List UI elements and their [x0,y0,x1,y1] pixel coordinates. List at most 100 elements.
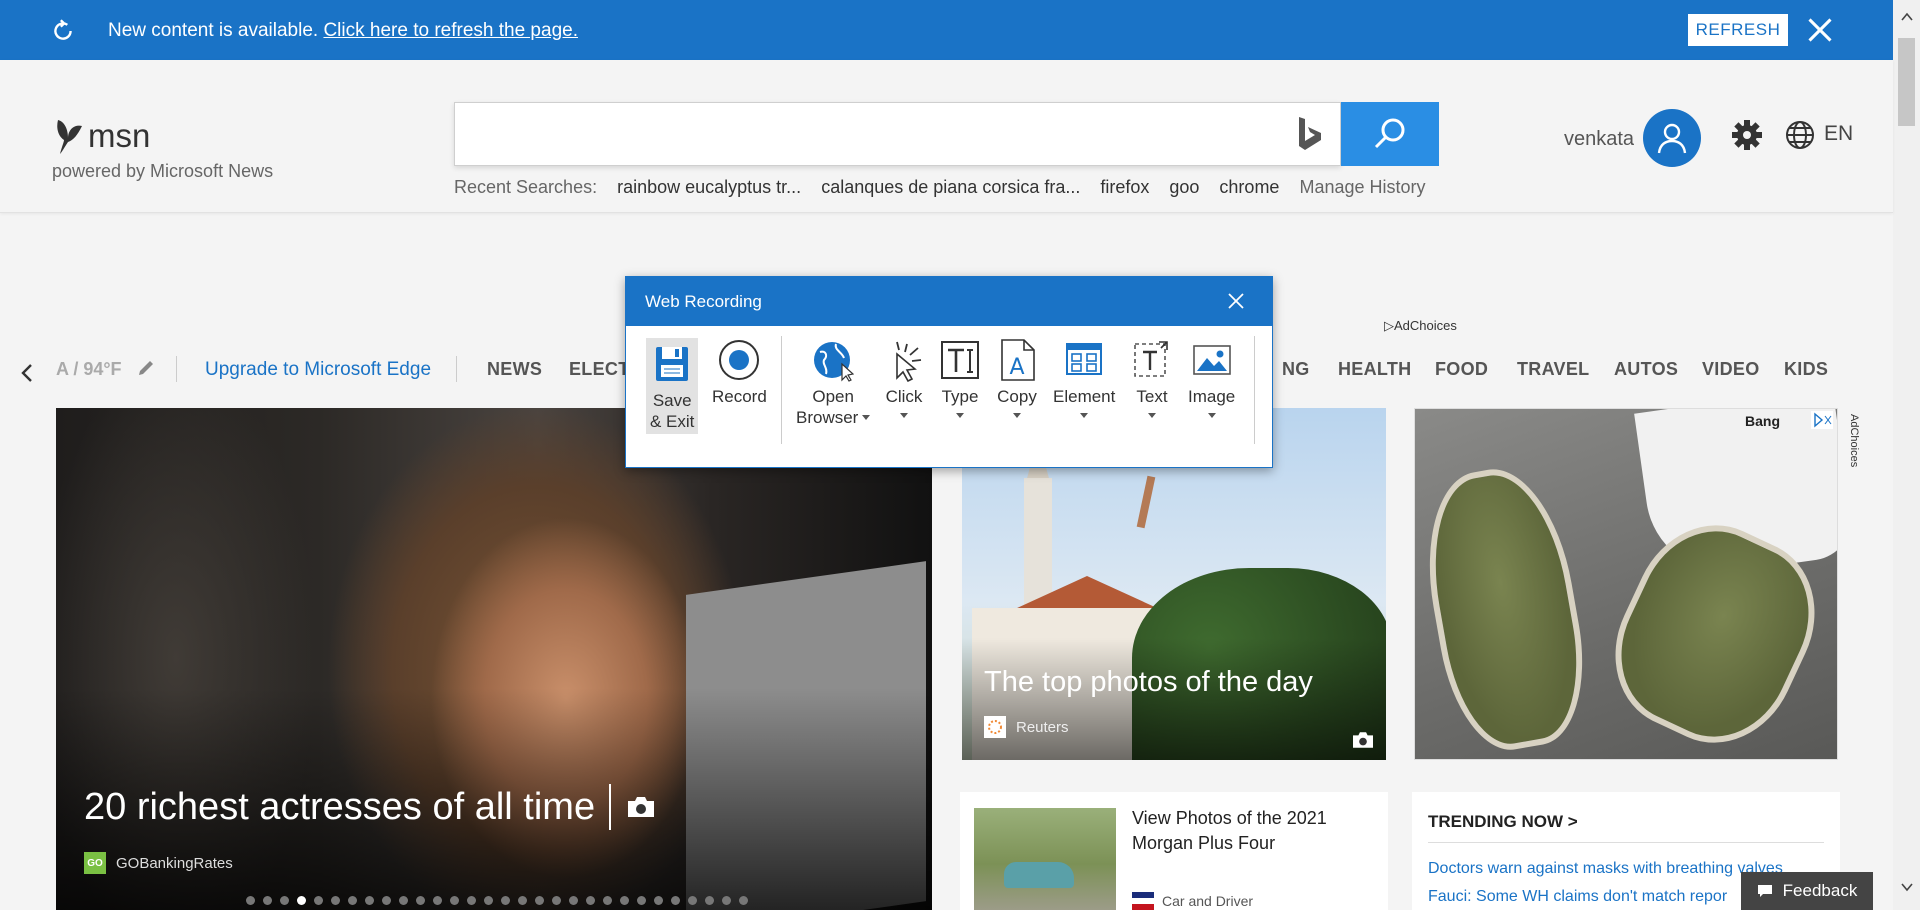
slide-dot[interactable] [705,896,714,905]
search-box[interactable] [454,102,1341,166]
hero-source[interactable]: GO GOBankingRates [84,852,233,874]
slide-indicator[interactable] [246,896,748,905]
slide-dot[interactable] [722,896,731,905]
recent-search-item[interactable]: rainbow eucalyptus tr... [617,177,801,198]
slide-dot[interactable] [399,896,408,905]
slide-dot[interactable] [620,896,629,905]
hero-slideshow[interactable]: 20 richest actresses of all time GO GOBa… [56,408,932,910]
slide-dot[interactable] [382,896,391,905]
close-notification-icon[interactable] [1806,16,1834,44]
slide-dot[interactable] [739,896,748,905]
slide-dot[interactable] [637,896,646,905]
nav-item-shopping[interactable]: NG [1282,359,1310,380]
slide-dot[interactable] [433,896,442,905]
tile-title[interactable]: The top photos of the day [984,666,1313,699]
slide-dot[interactable] [535,896,544,905]
manage-history-link[interactable]: Manage History [1299,177,1425,198]
type-action-button[interactable]: Type [939,338,981,418]
text-action-button[interactable]: Text [1131,338,1173,418]
username-label[interactable]: venkata [1564,128,1634,151]
pencil-icon[interactable] [136,358,156,378]
slide-dot[interactable] [450,896,459,905]
recent-search-item[interactable]: firefox [1100,177,1149,198]
article-title[interactable]: View Photos of the 2021 Morgan Plus Four [1132,806,1372,856]
recent-search-item[interactable]: goo [1169,177,1199,198]
slide-dot[interactable] [569,896,578,905]
nav-item-food[interactable]: FOOD [1435,359,1488,380]
avatar[interactable] [1643,109,1701,167]
msn-logo[interactable]: msn [52,116,150,156]
feedback-button[interactable]: Feedback [1741,872,1873,910]
trending-link[interactable]: Doctors warn against masks with breathin… [1428,860,1783,878]
hero-title[interactable]: 20 richest actresses of all time [84,784,657,830]
gear-icon[interactable] [1730,118,1764,152]
language-selector[interactable]: EN [1824,122,1853,146]
adchoices-side-label[interactable]: AdChoices [1848,414,1860,467]
slide-dot[interactable] [280,896,289,905]
article-card[interactable]: View Photos of the 2021 Morgan Plus Four… [960,792,1388,910]
nav-item-health[interactable]: HEALTH [1338,359,1411,380]
weather-readout[interactable]: A / 94°F [56,359,122,380]
slide-dot[interactable] [518,896,527,905]
refresh-icon[interactable] [50,18,76,44]
dialog-titlebar[interactable]: Web Recording [626,277,1272,326]
bing-icon[interactable] [1295,115,1325,153]
upgrade-edge-link[interactable]: Upgrade to Microsoft Edge [205,359,431,381]
vertical-scrollbar[interactable] [1893,0,1920,910]
trending-link[interactable]: Fauci: Some WH claims don't match repor [1428,888,1727,906]
nav-item-news[interactable]: NEWS [487,359,542,380]
slide-dot[interactable] [586,896,595,905]
trending-heading[interactable]: TRENDING NOW > [1428,812,1578,832]
slide-dot[interactable] [654,896,663,905]
slide-dot[interactable] [314,896,323,905]
slide-dot[interactable] [297,896,306,905]
open-browser-button[interactable]: Open Browser [796,338,871,428]
user-icon [1657,123,1687,154]
slide-dot[interactable] [348,896,357,905]
recent-search-item[interactable]: chrome [1219,177,1279,198]
slide-dot[interactable] [467,896,476,905]
nav-item-autos[interactable]: AUTOS [1614,359,1678,380]
slide-dot[interactable] [501,896,510,905]
scrollbar-thumb[interactable] [1898,38,1915,126]
slide-dot[interactable] [416,896,425,905]
refresh-button[interactable]: REFRESH [1688,14,1788,46]
chevron-left-icon[interactable] [18,362,36,384]
slide-dot[interactable] [552,896,561,905]
slide-dot[interactable] [331,896,340,905]
element-action-button[interactable]: Element [1053,338,1115,418]
update-notification-bar: New content is available. Click here to … [0,0,1893,60]
caret-down-icon [1013,413,1021,418]
nav-item-video[interactable]: VIDEO [1702,359,1760,380]
article-thumbnail [974,808,1116,910]
slide-dot[interactable] [484,896,493,905]
slide-dot[interactable] [688,896,697,905]
slide-dot[interactable] [365,896,374,905]
refresh-page-link[interactable]: Click here to refresh the page. [323,20,578,41]
ad-close-icon[interactable] [1811,411,1833,429]
copy-action-button[interactable]: A Copy [996,338,1038,418]
record-button[interactable]: Record [712,338,767,407]
slide-dot[interactable] [603,896,612,905]
search-button[interactable] [1341,102,1439,166]
click-action-button[interactable]: Click [883,338,925,418]
advertisement-tile[interactable]: Bang [1414,408,1838,760]
recent-search-item[interactable]: calanques de piana corsica fra... [821,177,1080,198]
adchoices-label[interactable]: ▷AdChoices [1384,318,1457,334]
scroll-up-icon[interactable] [1900,10,1914,24]
logo-text: msn [88,117,151,154]
tile-source[interactable]: Reuters [984,716,1069,738]
notification-message: New content is available. Click here to … [108,20,578,41]
save-exit-button[interactable]: Save & Exit [646,338,699,434]
article-source[interactable]: Car and Driver [1132,892,1253,910]
scroll-down-icon[interactable] [1900,880,1914,894]
slide-dot[interactable] [246,896,255,905]
globe-icon[interactable] [1784,119,1816,151]
close-dialog-icon[interactable] [1226,291,1246,311]
slide-dot[interactable] [671,896,680,905]
search-input[interactable] [469,115,1289,155]
image-action-button[interactable]: Image [1188,338,1235,418]
nav-item-kids[interactable]: KIDS [1784,359,1828,380]
slide-dot[interactable] [263,896,272,905]
nav-item-travel[interactable]: TRAVEL [1517,359,1589,380]
